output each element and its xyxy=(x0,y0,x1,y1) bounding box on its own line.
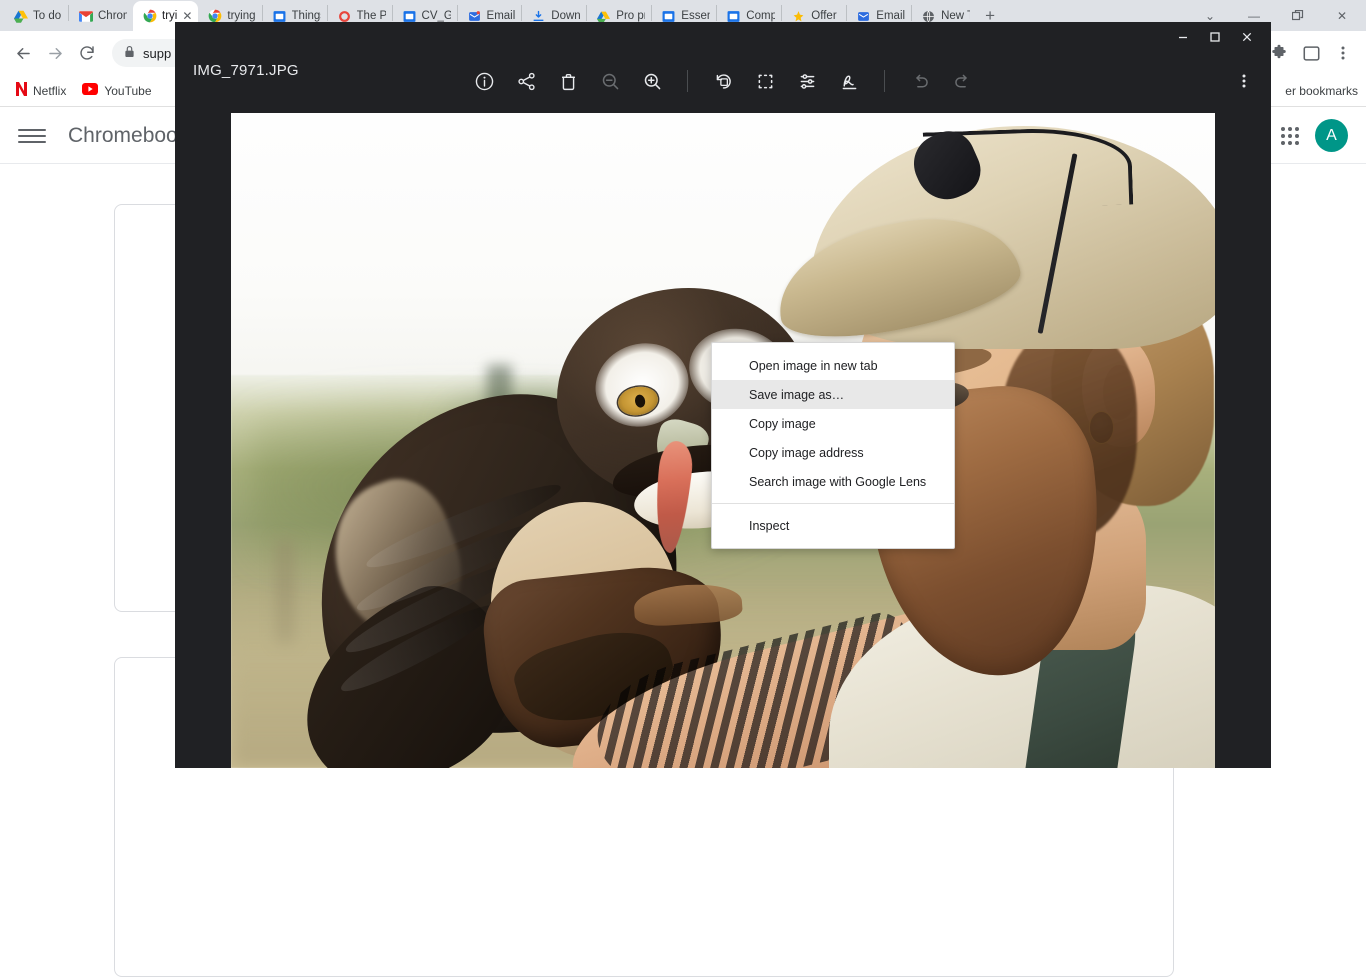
tab-label: The Pl xyxy=(357,10,386,22)
bookmark-netflix[interactable]: Netflix xyxy=(8,79,74,102)
tab-label: To do l xyxy=(33,10,62,22)
avatar[interactable]: A xyxy=(1315,119,1348,152)
adjust-icon[interactable] xyxy=(788,62,826,100)
viewer-title-bar xyxy=(175,22,1271,52)
toolbar-divider xyxy=(687,70,688,92)
google-apps-grid-icon[interactable] xyxy=(1281,127,1299,145)
toolbar-divider xyxy=(884,70,885,92)
context-menu-item-copy-image-address[interactable]: Copy image address xyxy=(712,438,954,467)
rotate-icon[interactable] xyxy=(704,62,742,100)
context-menu-item-copy-image[interactable]: Copy image xyxy=(712,409,954,438)
delete-icon[interactable] xyxy=(549,62,587,100)
tab-label: Email xyxy=(876,10,905,22)
close-icon[interactable]: ✕ xyxy=(182,9,192,23)
annotate-icon[interactable] xyxy=(830,62,868,100)
context-menu-item-inspect[interactable]: Inspect xyxy=(712,511,954,540)
tab-label: Comp xyxy=(746,10,775,22)
context-menu-item-search-image-with-google-lens[interactable]: Search image with Google Lens xyxy=(712,467,954,496)
bookmark-label: Netflix xyxy=(33,84,66,98)
lock-icon xyxy=(124,45,135,61)
back-arrow-icon[interactable] xyxy=(8,38,38,68)
page-header-actions: A xyxy=(1281,119,1348,152)
reload-icon[interactable] xyxy=(72,38,102,68)
context-menu-divider xyxy=(712,503,954,504)
zoom-in-icon[interactable] xyxy=(633,62,671,100)
other-bookmarks-label: er bookmarks xyxy=(1285,84,1358,98)
browser-tab[interactable]: Chrom xyxy=(69,1,133,31)
tab-label: Downl xyxy=(551,10,580,22)
close-icon[interactable]: ✕ xyxy=(1320,0,1364,31)
three-dot-menu-icon[interactable] xyxy=(1328,38,1358,68)
restore-icon[interactable] xyxy=(1276,0,1320,31)
other-bookmarks-folder[interactable]: er bookmarks xyxy=(1285,84,1358,98)
info-icon[interactable] xyxy=(465,62,503,100)
tab-label: Essent xyxy=(681,10,710,22)
crop-icon[interactable] xyxy=(746,62,784,100)
minimize-icon[interactable] xyxy=(1167,22,1199,52)
image-context-menu: Open image in new tab Save image as… Cop… xyxy=(711,342,955,549)
side-panel-icon[interactable] xyxy=(1296,38,1326,68)
viewer-more-menu-icon[interactable] xyxy=(1227,64,1261,98)
drive-icon xyxy=(13,9,28,24)
redo-icon[interactable] xyxy=(943,62,981,100)
tab-label: Pro pr xyxy=(616,10,645,22)
context-menu-item-open-image-in-new-tab[interactable]: Open image in new tab xyxy=(712,351,954,380)
maximize-icon[interactable] xyxy=(1199,22,1231,52)
tab-label: Offer S xyxy=(811,10,840,22)
undo-icon[interactable] xyxy=(901,62,939,100)
address-bar-text: supp xyxy=(143,46,171,61)
tab-label: Things xyxy=(292,10,321,22)
viewer-toolbar xyxy=(175,60,1271,102)
owl-pupil xyxy=(633,394,645,409)
chrome-icon xyxy=(142,9,157,24)
context-menu-item-save-image-as[interactable]: Save image as… xyxy=(712,380,954,409)
page-title: Chromebook xyxy=(68,124,188,148)
browser-tab[interactable]: To do l xyxy=(4,1,68,31)
tab-label: trying xyxy=(227,10,255,22)
tab-label: New T xyxy=(941,10,970,22)
zoom-out-icon[interactable] xyxy=(591,62,629,100)
netflix-icon xyxy=(16,82,27,99)
tab-label: CV_G xyxy=(422,10,451,22)
tab-label: Email xyxy=(487,10,516,22)
share-icon[interactable] xyxy=(507,62,545,100)
gmail-icon xyxy=(78,9,93,24)
bookmark-youtube[interactable]: YouTube xyxy=(74,80,159,101)
youtube-icon xyxy=(82,83,98,98)
tab-label: tryi xyxy=(162,10,177,22)
forward-arrow-icon[interactable] xyxy=(40,38,70,68)
tab-label: Chrom xyxy=(98,10,127,22)
hamburger-menu-icon[interactable] xyxy=(18,122,46,150)
bookmark-label: YouTube xyxy=(104,84,151,98)
close-icon[interactable] xyxy=(1231,22,1263,52)
